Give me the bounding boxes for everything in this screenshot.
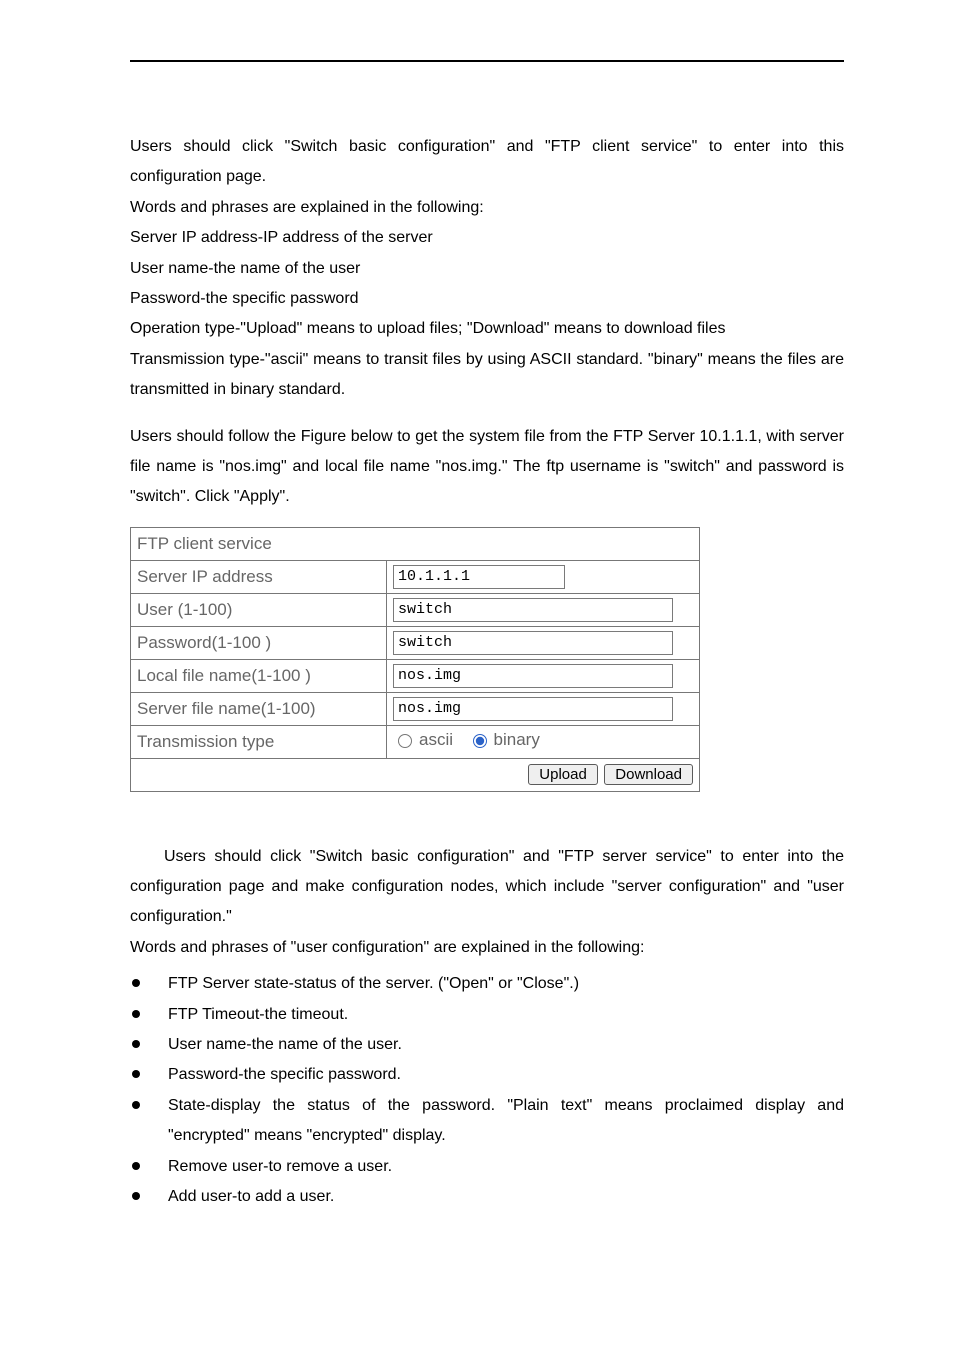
para-5: Password-the specific password [130,284,844,314]
ftp-form-table: FTP client service Server IP address Use… [130,527,700,792]
label-user: User (1-100) [131,593,387,626]
cell-server-ip [387,560,700,593]
radio-binary-label: binary [494,730,540,750]
after-p2: Words and phrases of "user configuration… [130,933,844,963]
bullet-7: Add user-to add a user. [130,1182,844,1212]
cell-transmission: ascii binary [387,725,700,758]
spacer [130,802,844,842]
bullet-5: State-display the status of the password… [130,1091,844,1152]
bullet-6: Remove user-to remove a user. [130,1152,844,1182]
radio-binary-wrap[interactable]: binary [468,730,540,750]
bullet-list: FTP Server state-status of the server. (… [130,969,844,1212]
cell-user [387,593,700,626]
para-3: Server IP address-IP address of the serv… [130,223,844,253]
cell-server-file [387,692,700,725]
server-ip-input[interactable] [393,565,565,589]
radio-ascii-wrap[interactable]: ascii [393,730,453,750]
download-button[interactable]: Download [604,764,693,785]
bullet-2: FTP Timeout-the timeout. [130,1000,844,1030]
para-2: Words and phrases are explained in the f… [130,193,844,223]
server-file-input[interactable] [393,697,673,721]
button-row: Upload Download [131,758,700,791]
label-password: Password(1-100 ) [131,626,387,659]
after-p1: Users should click "Switch basic configu… [130,842,844,933]
local-file-input[interactable] [393,664,673,688]
bullet-4: Password-the specific password. [130,1060,844,1090]
radio-ascii-label: ascii [419,730,453,750]
radio-ascii[interactable] [398,734,412,748]
para-1: Users should click "Switch basic configu… [130,132,844,193]
para-6: Operation type-"Upload" means to upload … [130,314,844,344]
user-input[interactable] [393,598,673,622]
para-4: User name-the name of the user [130,254,844,284]
label-server-ip: Server IP address [131,560,387,593]
document-page: Users should click "Switch basic configu… [0,0,954,1292]
bullet-1: FTP Server state-status of the server. (… [130,969,844,999]
para-7: Transmission type-"ascii" means to trans… [130,345,844,406]
form-title: FTP client service [131,527,700,560]
password-input[interactable] [393,631,673,655]
cell-local-file [387,659,700,692]
label-transmission: Transmission type [131,725,387,758]
label-server-file: Server file name(1-100) [131,692,387,725]
radio-binary[interactable] [473,734,487,748]
para-8: Users should follow the Figure below to … [130,422,844,513]
upload-button[interactable]: Upload [528,764,598,785]
label-local-file: Local file name(1-100 ) [131,659,387,692]
bullet-3: User name-the name of the user. [130,1030,844,1060]
header-rule [130,60,844,62]
cell-password [387,626,700,659]
